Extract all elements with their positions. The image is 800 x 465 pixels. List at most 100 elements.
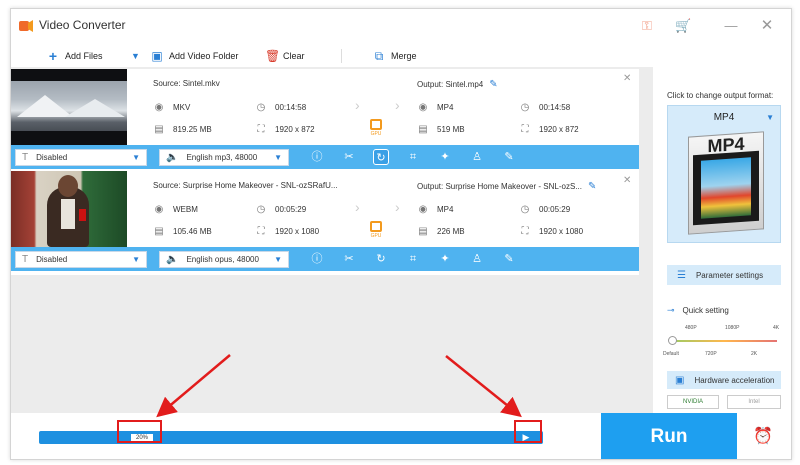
merge-button[interactable]: ⧉ Merge xyxy=(373,48,417,64)
key-icon[interactable]: ⚿ xyxy=(639,18,655,34)
src-size: ▤ 819.25 MB xyxy=(154,123,212,135)
highlight-box-folder xyxy=(514,420,542,443)
run-button[interactable]: Run xyxy=(601,413,737,459)
slider-icon: ⊸ xyxy=(667,305,675,315)
subtitle-edit-icon[interactable]: ✎ xyxy=(501,251,517,267)
resolution-icon: ⛶ xyxy=(257,225,265,237)
quality-slider-track[interactable] xyxy=(671,340,777,342)
video-thumbnail[interactable] xyxy=(11,69,127,145)
quality-label: 720P xyxy=(705,351,717,357)
format-name: MP4 xyxy=(713,112,735,123)
info-icon[interactable]: ⓘ xyxy=(309,251,325,267)
remove-item-icon[interactable]: ✕ xyxy=(623,175,631,186)
out-resolution: ⛶ 1920 x 1080 xyxy=(519,225,584,237)
folder-icon: ▣ xyxy=(151,49,163,63)
list-item[interactable]: Source: Sintel.mkv ◉ MKV ◷ 00:14:58 ▤ 819.2… xyxy=(11,69,639,173)
src-duration: ◷ 00:14:58 xyxy=(256,101,307,113)
chevron-down-icon: ▼ xyxy=(766,113,774,122)
cut-icon[interactable]: ✂ xyxy=(341,251,357,267)
watermark-icon[interactable]: ♙ xyxy=(469,149,485,165)
app-logo-icon xyxy=(19,20,33,32)
quality-label: 1080P xyxy=(725,325,740,331)
chevron-right-icon: › xyxy=(395,97,400,113)
chip-icon: ▣ xyxy=(675,374,685,386)
file-icon: ▤ xyxy=(154,225,164,237)
text-icon: T xyxy=(22,152,29,163)
alarm-clock-icon[interactable]: ⏰ xyxy=(753,427,773,447)
merge-icon: ⧉ xyxy=(374,49,384,63)
clock-icon: ◷ xyxy=(520,101,530,113)
clock-icon: ◷ xyxy=(256,101,266,113)
effects-icon[interactable]: ✦ xyxy=(437,149,453,165)
trash-icon: 🗑 xyxy=(265,49,281,63)
hardware-acceleration-button[interactable]: ▣ Hardware acceleration xyxy=(667,371,781,389)
merge-label: Merge xyxy=(391,51,417,61)
chevron-right-icon: › xyxy=(355,199,360,215)
rotate-icon[interactable]: ↻ xyxy=(373,149,389,165)
speaker-icon: 🔈 xyxy=(166,152,179,163)
output-filename[interactable]: Output: Sintel.mp4 ✎ xyxy=(417,79,498,90)
crop-icon[interactable]: ⌗ xyxy=(405,251,421,267)
add-files-dropdown[interactable]: ▼ xyxy=(131,48,140,64)
item-toolbar: T Disabled ▼ 🔈 English opus, 48000 ▼ ⓘ ✂… xyxy=(11,247,639,271)
out-duration: ◷ 00:14:58 xyxy=(520,101,571,113)
file-icon: ▤ xyxy=(418,123,428,135)
clock-icon: ◷ xyxy=(256,203,266,215)
watermark-icon[interactable]: ♙ xyxy=(469,251,485,267)
intel-badge[interactable]: Intel xyxy=(727,395,781,409)
effects-icon[interactable]: ✦ xyxy=(437,251,453,267)
source-filename: Source: Surprise Home Makeover - SNL-ozS… xyxy=(153,181,338,190)
rotate-icon[interactable]: ↻ xyxy=(373,251,389,267)
cart-icon[interactable]: 🛒 xyxy=(675,18,691,34)
clear-label: Clear xyxy=(283,51,305,61)
src-size: ▤ 105.46 MB xyxy=(154,225,212,237)
crop-icon[interactable]: ⌗ xyxy=(405,149,421,165)
file-list: Source: Sintel.mkv ◉ MKV ◷ 00:14:58 ▤ 819.2… xyxy=(11,67,653,413)
quality-slider-handle[interactable] xyxy=(668,336,677,345)
subtitle-edit-icon[interactable]: ✎ xyxy=(501,149,517,165)
output-format-selector[interactable]: MP4 ▼ MP4 xyxy=(667,105,781,243)
format-icon: ◉ xyxy=(154,101,164,113)
gpu-icon: GPU xyxy=(368,221,384,243)
cut-icon[interactable]: ✂ xyxy=(341,149,357,165)
sliders-icon: ☰ xyxy=(677,269,686,281)
app-window: Video Converter ⚿ 🛒 — ✕ + Add Files ▼ ▣ … xyxy=(10,8,792,460)
clear-button[interactable]: 🗑 Clear xyxy=(265,48,305,64)
video-thumbnail[interactable] xyxy=(11,171,127,247)
add-video-folder-button[interactable]: ▣ Add Video Folder xyxy=(151,48,238,64)
item-toolbar: T Disabled ▼ 🔈 English mp3, 48000 ▼ ⓘ ✂ … xyxy=(11,145,639,169)
audio-select[interactable]: 🔈 English mp3, 48000 ▼ xyxy=(159,149,289,166)
add-files-label: Add Files xyxy=(65,51,103,61)
info-icon[interactable]: ⓘ xyxy=(309,149,325,165)
add-files-button[interactable]: + Add Files xyxy=(47,48,103,64)
change-format-label: Click to change output format: xyxy=(667,91,774,100)
resolution-icon: ⛶ xyxy=(257,123,265,135)
file-icon: ▤ xyxy=(418,225,428,237)
audio-select[interactable]: 🔈 English opus, 48000 ▼ xyxy=(159,251,289,268)
resolution-icon: ⛶ xyxy=(521,123,529,135)
toolbar: + Add Files ▼ ▣ Add Video Folder 🗑 Clear… xyxy=(11,45,651,67)
src-format: ◉ MKV xyxy=(154,101,191,113)
remove-item-icon[interactable]: ✕ xyxy=(623,73,631,84)
out-size: ▤ 226 MB xyxy=(418,225,465,237)
parameter-settings-button[interactable]: ☰ Parameter settings xyxy=(667,265,781,285)
quality-label: Default xyxy=(663,351,679,357)
output-filename[interactable]: Output: Surprise Home Makeover - SNL-ozS… xyxy=(417,181,596,192)
nvidia-badge[interactable]: NVIDIA xyxy=(667,395,719,409)
edit-icon[interactable]: ✎ xyxy=(588,181,596,192)
edit-icon[interactable]: ✎ xyxy=(489,79,497,90)
out-size: ▤ 519 MB xyxy=(418,123,465,135)
file-icon: ▤ xyxy=(154,123,164,135)
src-format: ◉ WEBM xyxy=(154,203,198,215)
gpu-icon: GPU xyxy=(368,119,384,141)
minimize-button[interactable]: — xyxy=(723,18,739,34)
close-button[interactable]: ✕ xyxy=(759,18,775,34)
chevron-down-icon: ▼ xyxy=(132,153,140,162)
subtitle-select[interactable]: T Disabled ▼ xyxy=(15,251,147,268)
out-format: ◉ MP4 xyxy=(418,101,454,113)
app-title: Video Converter xyxy=(39,18,126,32)
quality-label: 4K xyxy=(773,325,780,331)
list-item[interactable]: Source: Surprise Home Makeover - SNL-ozS… xyxy=(11,171,639,275)
subtitle-select[interactable]: T Disabled ▼ xyxy=(15,149,147,166)
quality-label: 480P xyxy=(685,325,697,331)
